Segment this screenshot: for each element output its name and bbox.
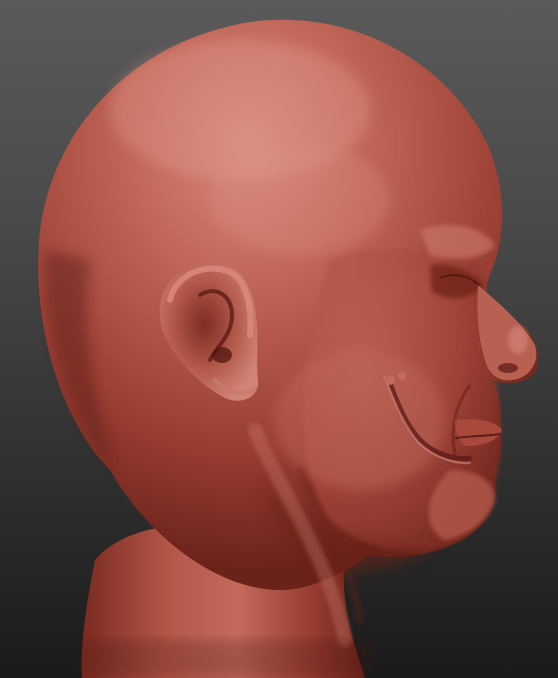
head-sculpt <box>38 19 539 678</box>
nostril <box>498 363 518 373</box>
nose-highlight <box>508 326 528 354</box>
ear-canal <box>212 347 232 363</box>
scar-knot-top-2 <box>398 372 406 380</box>
viewport-canvas <box>0 0 558 678</box>
scar-knot-top <box>385 375 395 385</box>
temple-highlight <box>210 145 390 255</box>
neck-base-shadow <box>80 640 370 678</box>
